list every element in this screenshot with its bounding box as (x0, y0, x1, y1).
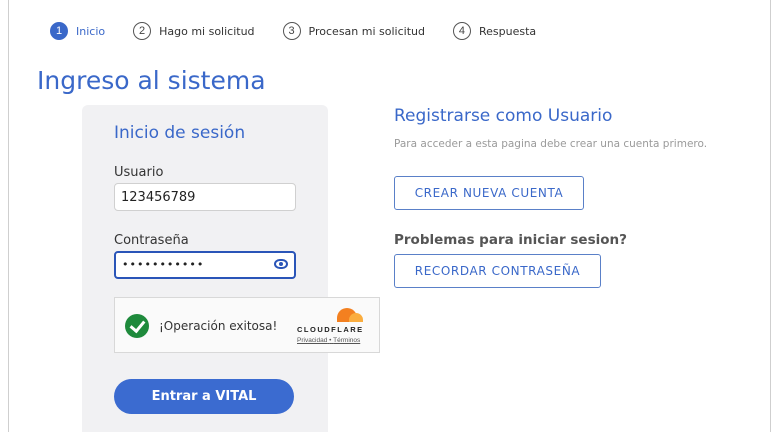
terms-link[interactable]: Términos (333, 337, 360, 344)
password-label: Contraseña (114, 233, 189, 248)
page-title: Ingreso al sistema (37, 66, 266, 95)
cloudflare-brand: CLOUDFLARE (297, 325, 364, 334)
step-label: Hago mi solicitud (159, 24, 255, 38)
username-label: Usuario (114, 165, 164, 180)
recover-password-button[interactable]: RECORDAR CONTRASEÑA (394, 254, 601, 288)
step-label: Procesan mi solicitud (308, 24, 425, 38)
step-number: 4 (452, 22, 471, 40)
step-label: Inicio (76, 24, 106, 38)
login-problems-heading: Problemas para iniciar sesion? (394, 232, 627, 248)
login-submit-button[interactable]: Entrar a VITAL (114, 379, 294, 414)
progress-stepper: 1 Inicio 2 Hago mi solicitud 3 Procesan … (50, 22, 564, 40)
login-title: Inicio de sesión (114, 123, 246, 143)
step-number: 2 (133, 22, 152, 40)
step-procesan: 3 Procesan mi solicitud (282, 22, 425, 40)
captcha-widget: ¡Operación exitosa! CLOUDFLARE Privacida… (114, 297, 380, 353)
step-number: 1 (50, 22, 68, 40)
check-circle-icon (125, 314, 149, 338)
eye-icon[interactable] (274, 259, 288, 269)
step-respuesta: 4 Respuesta (452, 22, 537, 40)
link-separator: • (329, 337, 332, 344)
password-value: ••••••••••• (122, 258, 205, 271)
step-inicio: 1 Inicio (50, 22, 105, 40)
register-description: Para acceder a esta pagina debe crear un… (394, 138, 708, 150)
step-label: Respuesta (478, 24, 537, 38)
step-number: 3 (282, 22, 301, 40)
cloud-icon (331, 306, 363, 322)
create-account-button[interactable]: CREAR NUEVA CUENTA (394, 176, 584, 210)
privacy-link[interactable]: Privacidad (297, 337, 327, 344)
password-input[interactable]: ••••••••••• (114, 251, 296, 279)
step-solicitud: 2 Hago mi solicitud (133, 22, 255, 40)
captcha-links: Privacidad • Términos (297, 337, 360, 344)
username-input[interactable]: 123456789 (114, 183, 296, 211)
captcha-status: ¡Operación exitosa! (159, 319, 278, 333)
register-title: Registrarse como Usuario (394, 106, 613, 126)
